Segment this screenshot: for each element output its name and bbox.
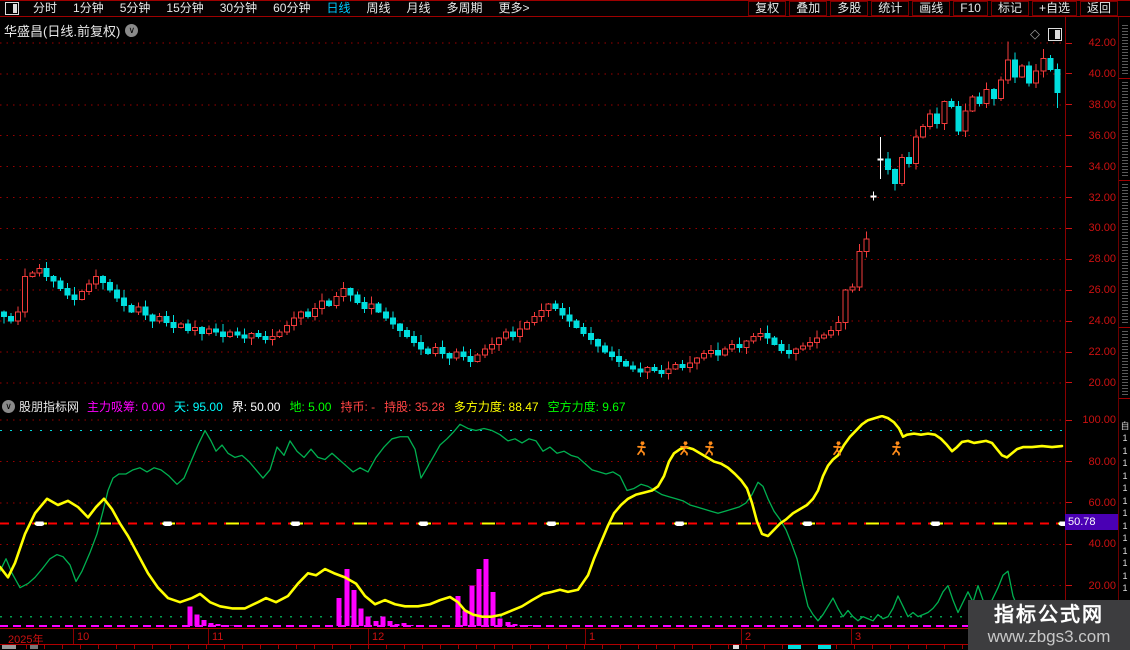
page-title: 华盛昌(日线.前复权)	[4, 24, 121, 39]
toolbar-tool-统计[interactable]: 统计	[871, 1, 910, 16]
toolbar-tool-返回[interactable]: 返回	[1079, 1, 1118, 16]
watermark-title: 指标公式网	[994, 603, 1104, 626]
month-label: 11	[212, 631, 224, 643]
indicator-field: 空方力度: 9.67	[547, 400, 626, 414]
price-axis-label: 22.00	[1088, 346, 1116, 358]
toolbar-tool-+自选[interactable]: +自选	[1031, 1, 1077, 16]
price-axis-label: 32.00	[1088, 191, 1116, 204]
toolbar-period-分时[interactable]: 分时	[25, 1, 65, 16]
price-axis-label: 42.00	[1088, 37, 1116, 49]
candlestick-chart	[0, 41, 1065, 384]
running-man-icon	[705, 441, 714, 456]
month-label: 1	[589, 631, 596, 643]
indicator-field: 界: 50.00	[231, 400, 281, 414]
toolbar-tool-F10[interactable]: F10	[953, 1, 988, 16]
toolbar-period-日线[interactable]: 日线	[318, 1, 358, 16]
indicator-axis-label: 60.00	[1088, 496, 1116, 509]
indicator-field: 地: 5.00	[289, 400, 332, 414]
indicator-field: 持股: 35.28	[384, 400, 445, 414]
running-man-icon	[833, 441, 842, 456]
toolbar-period-5分钟[interactable]: 5分钟	[112, 1, 159, 16]
tools-menu: 复权 叠加 多股 统计 画线 F10 标记 +自选 返回	[745, 1, 1130, 16]
indicator-gridlines	[0, 419, 1065, 587]
month-label: 10	[77, 631, 90, 643]
axis-line	[1065, 17, 1066, 645]
toolbar-tool-标记[interactable]: 标记	[990, 1, 1029, 16]
right-edge-strip: 自1111111111111	[1118, 17, 1130, 650]
period-menu: 分时 1分钟 5分钟 15分钟 30分钟 60分钟 日线 周线 月线 多周期 更多>	[0, 1, 538, 16]
chart-corner-icons: ◇	[1030, 26, 1062, 42]
price-axis-label: 36.00	[1088, 129, 1116, 142]
indicator-field: 天: 95.00	[174, 400, 223, 414]
toolbar-period-1分钟[interactable]: 1分钟	[65, 1, 112, 16]
price-axis-label: 40.00	[1088, 67, 1116, 80]
indicator-axis-label: 40.00	[1088, 538, 1116, 551]
toolbar-tool-叠加[interactable]: 叠加	[789, 1, 828, 16]
toolbar-period-多周期[interactable]: 多周期	[439, 1, 491, 16]
watermark-url: www.zbgs3.com	[987, 626, 1111, 646]
indicator-axis-label: 100.00	[1082, 414, 1116, 427]
month-label: 3	[855, 631, 862, 643]
price-axis-label: 20.00	[1088, 376, 1116, 389]
price-axis-label: 28.00	[1088, 253, 1116, 266]
toolbar-period-30分钟[interactable]: 30分钟	[212, 1, 265, 16]
indicator-header: ∨ 股朋指标网 主力吸筹: 0.00 天: 95.00 界: 50.00 地: 5.0…	[2, 399, 635, 414]
indicator-axis-label: 20.00	[1088, 579, 1116, 592]
indicator-field: 持币: -	[340, 400, 376, 414]
chevron-down-icon[interactable]: ∨	[125, 24, 139, 37]
toolbar-period-月线[interactable]: 月线	[399, 1, 439, 16]
toolbar-tool-多股[interactable]: 多股	[830, 1, 869, 16]
running-man-icon	[892, 441, 901, 456]
toolbar-tool-复权[interactable]: 复权	[748, 1, 787, 16]
stock-app-window: 分时 1分钟 5分钟 15分钟 30分钟 60分钟 日线 周线 月线 多周期 更多> 复权 叠加 多股统…	[0, 0, 1130, 650]
top-toolbar: 分时 1分钟 5分钟 15分钟 30分钟 60分钟 日线 周线 月线 多周期 更多> 复权 叠加 多股统…	[0, 0, 1130, 17]
month-label: 2	[745, 631, 752, 643]
indicator-value-badge: 50.78	[1065, 513, 1118, 530]
price-axis-label: 30.00	[1088, 222, 1116, 235]
indicator-name: 股朋指标网	[19, 400, 80, 414]
month-label: 12	[372, 631, 385, 643]
layout-icon[interactable]	[5, 2, 19, 15]
price-axis-label: 34.00	[1088, 160, 1116, 173]
price-axis-label: 26.00	[1088, 284, 1116, 297]
time-axis: 2025年 10 11 12 1 2 3	[0, 628, 1065, 646]
indicator-axis-label: 80.00	[1088, 455, 1116, 468]
price-axis-label: 24.00	[1088, 315, 1116, 328]
bear-strength-line	[0, 423, 1034, 622]
toolbar-period-更多>[interactable]: 更多>	[491, 1, 538, 16]
toolbar-period-周线[interactable]: 周线	[358, 1, 398, 16]
quote-digit-column: 自1111111111111	[1120, 421, 1130, 593]
panel-toggle-icon[interactable]	[1048, 27, 1062, 41]
toolbar-period-60分钟[interactable]: 60分钟	[265, 1, 318, 16]
indicator-field: 主力吸筹: 0.00	[87, 400, 166, 414]
bottom-strip	[0, 645, 1065, 650]
runner-icons	[637, 441, 901, 456]
candles	[1, 41, 1061, 380]
hold-stock-line	[0, 415, 1064, 618]
price-axis-label: 38.00	[1088, 98, 1116, 111]
watermark: 指标公式网 www.zbgs3.com	[968, 600, 1130, 650]
titlebar: 华盛昌(日线.前复权) ∨	[4, 21, 139, 40]
running-man-icon	[637, 441, 646, 456]
toolbar-tool-画线[interactable]: 画线	[912, 1, 951, 16]
diamond-icon: ◇	[1030, 26, 1040, 41]
chevron-down-icon[interactable]: ∨	[2, 400, 15, 413]
toolbar-period-15分钟[interactable]: 15分钟	[158, 1, 211, 16]
price-gridlines	[0, 42, 1065, 384]
indicator-chart	[0, 415, 1065, 627]
indicator-field: 多方力度: 88.47	[453, 400, 539, 414]
